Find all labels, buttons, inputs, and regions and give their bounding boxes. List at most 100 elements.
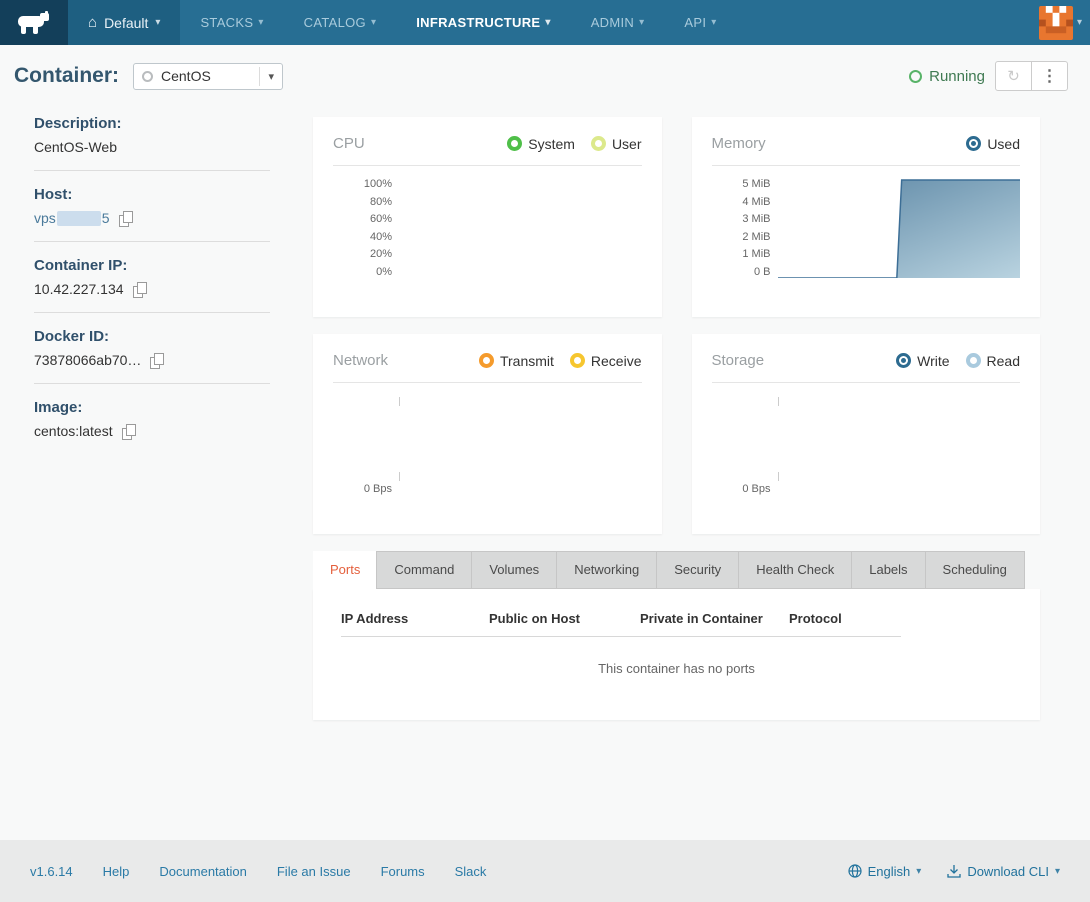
y-tick: 1 MiB (742, 248, 770, 260)
storage-legend: Write Read (896, 353, 1020, 369)
file-an-issue-link[interactable]: File an Issue (277, 864, 351, 879)
legend-label: User (612, 136, 642, 152)
restart-button[interactable]: ↻ (995, 61, 1032, 91)
forums-link[interactable]: Forums (381, 864, 425, 879)
help-link[interactable]: Help (103, 864, 130, 879)
divider (34, 170, 270, 171)
radio-icon (896, 353, 911, 368)
memory-usage-area-chart (778, 178, 1021, 278)
nav-item-label: ADMIN (591, 15, 634, 30)
user-menu[interactable]: ▾ (1039, 6, 1090, 40)
field-label: Description: (34, 115, 270, 132)
nav-item-admin[interactable]: ADMIN ▾ (591, 15, 645, 30)
chevron-down-icon: ▾ (916, 866, 921, 877)
tab-scheduling[interactable]: Scheduling (925, 551, 1025, 589)
tab-networking[interactable]: Networking (556, 551, 657, 589)
slack-link[interactable]: Slack (455, 864, 487, 879)
container-select[interactable]: CentOS ▾ (133, 63, 283, 90)
charts-grid: CPU System User (313, 117, 1040, 534)
column-header: IP Address (341, 599, 489, 637)
ellipsis-icon: ⋮ (1042, 66, 1058, 86)
field-value: 73878066ab70… (34, 352, 270, 368)
container-ip-value: 10.42.227.134 (34, 281, 124, 297)
environment-menu[interactable]: ⌂ Default ▾ (68, 0, 180, 45)
chevron-down-icon: ▾ (259, 67, 282, 86)
tab-health-check[interactable]: Health Check (738, 551, 852, 589)
download-icon (947, 864, 961, 878)
chart-title: Storage (712, 352, 765, 369)
rancher-cow-icon (16, 10, 52, 36)
tab-ports[interactable]: Ports (313, 551, 377, 589)
y-tick: 80% (370, 196, 392, 208)
column-header: Public on Host (489, 599, 640, 637)
home-icon: ⌂ (88, 14, 97, 31)
running-status-icon (909, 70, 922, 83)
documentation-link[interactable]: Documentation (159, 864, 246, 879)
empty-table-message: This container has no ports (341, 661, 1012, 676)
chevron-down-icon: ▾ (371, 17, 376, 28)
avatar-identicon (1039, 6, 1073, 40)
copy-icon[interactable] (122, 424, 136, 439)
tab-volumes[interactable]: Volumes (471, 551, 557, 589)
container-state-icon (142, 71, 153, 82)
more-actions-button[interactable]: ⋮ (1031, 61, 1068, 91)
footer: v1.6.14 Help Documentation File an Issue… (0, 840, 1090, 902)
host-name-prefix: vps (34, 210, 56, 226)
top-navbar: ⌂ Default ▾ STACKS ▾ CATALOG ▾ INFRASTRU… (0, 0, 1090, 45)
legend-receive[interactable]: Receive (570, 353, 642, 369)
download-cli-label: Download CLI (967, 864, 1049, 879)
download-cli-menu[interactable]: Download CLI ▾ (947, 864, 1060, 879)
y-tick: 0 B (754, 266, 771, 278)
rancher-logo[interactable] (0, 0, 68, 45)
field-value: vps 5 (34, 210, 270, 226)
globe-icon (848, 864, 862, 878)
nav-item-infrastructure[interactable]: INFRASTRUCTURE ▾ (416, 15, 550, 30)
chart-title: Memory (712, 135, 766, 152)
network-y-axis: 0 Bps (333, 395, 399, 495)
legend-system[interactable]: System (507, 136, 575, 152)
column-header: Protocol (789, 599, 901, 637)
network-chart-card: Network Transmit Receive (313, 334, 662, 534)
field-value: 10.42.227.134 (34, 281, 270, 297)
cpu-plot-area (399, 178, 642, 278)
chart-title: CPU (333, 135, 365, 152)
legend-write[interactable]: Write (896, 353, 949, 369)
language-selector[interactable]: English ▾ (848, 864, 922, 879)
chart-title: Network (333, 352, 388, 369)
user-avatar[interactable] (1039, 6, 1073, 40)
legend-label: Used (987, 136, 1020, 152)
nav-item-label: CATALOG (304, 15, 366, 30)
legend-user[interactable]: User (591, 136, 642, 152)
chevron-down-icon: ▾ (711, 17, 716, 28)
ports-tab-panel: IP Address Public on Host Private in Con… (313, 589, 1040, 720)
legend-read[interactable]: Read (966, 353, 1020, 369)
radio-icon (966, 353, 981, 368)
tab-command[interactable]: Command (376, 551, 472, 589)
cpu-legend: System User (507, 136, 641, 152)
copy-icon[interactable] (133, 282, 147, 297)
status-label: Running (929, 68, 985, 85)
y-tick: 0 Bps (742, 483, 770, 495)
y-tick: 0 Bps (364, 483, 392, 495)
legend-label: Transmit (500, 353, 554, 369)
nav-item-label: INFRASTRUCTURE (416, 15, 540, 30)
legend-label: System (528, 136, 575, 152)
copy-icon[interactable] (150, 353, 164, 368)
nav-item-api[interactable]: API ▾ (684, 15, 716, 30)
nav-item-stacks[interactable]: STACKS ▾ (200, 15, 263, 30)
memory-y-axis: 5 MiB 4 MiB 3 MiB 2 MiB 1 MiB 0 B (712, 178, 778, 278)
copy-icon[interactable] (119, 211, 133, 226)
memory-plot-area (778, 178, 1021, 278)
tab-security[interactable]: Security (656, 551, 739, 589)
container-select-value: CentOS (161, 68, 259, 84)
y-tick: 20% (370, 248, 392, 260)
field-image: Image: centos:latest (34, 399, 270, 439)
storage-chart-card: Storage Write Read (692, 334, 1041, 534)
tab-labels[interactable]: Labels (851, 551, 925, 589)
chevron-down-icon: ▾ (1055, 866, 1060, 877)
nav-item-catalog[interactable]: CATALOG ▾ (304, 15, 377, 30)
legend-used[interactable]: Used (966, 136, 1020, 152)
version-link[interactable]: v1.6.14 (30, 864, 73, 879)
detail-tabs: Ports Command Volumes Networking Securit… (313, 551, 1040, 589)
legend-transmit[interactable]: Transmit (479, 353, 554, 369)
